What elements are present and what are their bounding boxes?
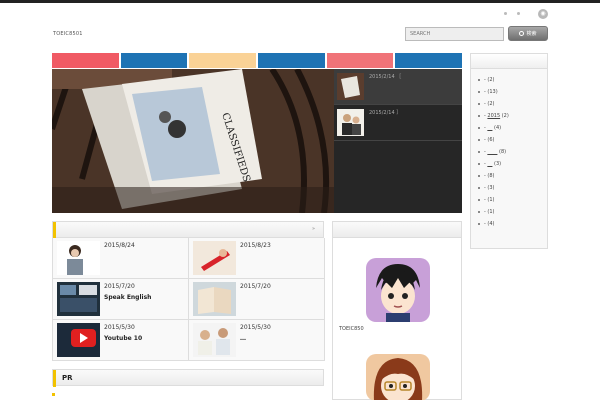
top-bar [0, 0, 600, 3]
header-dot-icon [504, 12, 507, 15]
double-arrow-icon[interactable]: » [312, 226, 315, 232]
news-item[interactable]: 2015/8/24 [53, 238, 189, 279]
red-pencil-thumb [193, 241, 236, 275]
category-item[interactable]: - (4) [471, 218, 547, 230]
bullet-icon [478, 222, 480, 225]
category-list: - (2) - (13) - (2) - 2015 (2) - __ (4) -… [471, 69, 547, 230]
search-button-label: 検索 [526, 31, 537, 37]
category-item[interactable]: - (3) [471, 182, 547, 194]
news-date: 2015/8/23 [240, 242, 271, 249]
open-book-thumb [193, 282, 236, 316]
category-item[interactable]: - (1) [471, 194, 547, 206]
slider-nav: 2015/2/14 ［ 2015/2/14 ］ [334, 69, 462, 213]
profile-header [333, 222, 461, 238]
bullet-icon [478, 138, 480, 141]
category-item[interactable]: - (6) [471, 134, 547, 146]
category-item[interactable]: - (2) [471, 98, 547, 110]
avatar-girl-icon[interactable] [366, 354, 430, 400]
youtube-logo-thumb [57, 323, 100, 357]
bullet-icon [478, 114, 480, 117]
nav-tab[interactable] [395, 53, 463, 68]
bullet-icon [478, 162, 480, 165]
featured-slider-image[interactable]: CLASSIFIEDS [52, 69, 334, 213]
news-item[interactable]: 2015/8/23 [189, 238, 325, 279]
bullet-icon [478, 150, 480, 153]
bullet-icon [478, 90, 480, 93]
category-item[interactable]: - (13) [471, 86, 547, 98]
search-input[interactable] [405, 27, 504, 41]
news-date: 2015/5/30 [240, 324, 271, 331]
news-date: 2015/7/20 [104, 283, 135, 290]
category-item[interactable]: - __ (3) [471, 158, 547, 170]
avatar-boy-icon[interactable] [366, 258, 430, 322]
nav-tab[interactable] [52, 53, 119, 68]
news-item[interactable]: 2015/7/20 [189, 279, 325, 320]
search-button[interactable]: 検索 [508, 26, 548, 41]
slider-date: 2015/2/14 ［ [369, 74, 402, 80]
news-date: 2015/7/20 [240, 283, 271, 290]
business-people-thumb [337, 109, 364, 136]
search-icon [519, 31, 525, 36]
accent-bar [53, 222, 56, 238]
pr-marker [52, 393, 55, 396]
news-date: 2015/8/24 [104, 242, 135, 249]
profile-widget: TOEIC850 [332, 221, 462, 400]
accent-bar [53, 370, 56, 387]
news-item[interactable]: 2015/5/30 … [189, 320, 325, 361]
global-nav [52, 53, 463, 68]
two-women-thumb [193, 323, 236, 357]
nav-tab[interactable] [258, 53, 325, 68]
category-item[interactable]: - __ (4) [471, 122, 547, 134]
category-item[interactable]: - (8) [471, 170, 547, 182]
site-title[interactable]: TOEIC8501 [53, 31, 83, 37]
bullet-icon [478, 174, 480, 177]
news-title[interactable]: Youtube 10 [104, 335, 142, 342]
news-title[interactable]: … [240, 335, 246, 342]
bullet-icon [478, 102, 480, 105]
bullet-icon [478, 126, 480, 129]
bullet-icon [478, 198, 480, 201]
newspaper-photo: CLASSIFIEDS [52, 69, 334, 213]
nav-tab[interactable] [326, 53, 394, 68]
nav-tab[interactable] [120, 53, 188, 68]
bullet-icon [478, 78, 480, 81]
rss-icon[interactable]: ◉ [538, 9, 548, 19]
slider-nav-item[interactable]: 2015/2/14 ］ [334, 105, 462, 141]
nav-tab[interactable] [189, 53, 257, 68]
bullet-icon [478, 186, 480, 189]
sidebar-header [471, 54, 547, 69]
news-title[interactable]: Speak English [104, 294, 151, 301]
news-box-header: » [53, 222, 323, 238]
woman-on-phone-thumb [57, 241, 100, 275]
news-item[interactable]: 2015/5/30 Youtube 10 [53, 320, 189, 361]
screen-windows-thumb [57, 282, 100, 316]
category-item[interactable]: - (1) [471, 206, 547, 218]
slider-nav-item[interactable]: 2015/2/14 ［ [334, 69, 462, 105]
slider-date: 2015/2/14 ］ [369, 110, 402, 116]
category-sidebar: - (2) - (13) - (2) - 2015 (2) - __ (4) -… [470, 53, 548, 249]
news-box: » 2015/8/24 2015/8/23 2015/7/20 Speak En… [52, 221, 325, 361]
news-item[interactable]: 2015/7/20 Speak English [53, 279, 189, 320]
header-dot-icon [517, 12, 520, 15]
category-item[interactable]: - 2015 (2) [471, 110, 547, 122]
news-date: 2015/5/30 [104, 324, 135, 331]
category-item[interactable]: - (2) [471, 74, 547, 86]
profile-caption: TOEIC850 [339, 326, 364, 332]
pr-header: PR [52, 369, 324, 387]
pr-label: PR [62, 374, 73, 382]
category-item[interactable]: - ____ (8) [471, 146, 547, 158]
bullet-icon [478, 210, 480, 213]
newspaper-thumb [337, 73, 364, 100]
